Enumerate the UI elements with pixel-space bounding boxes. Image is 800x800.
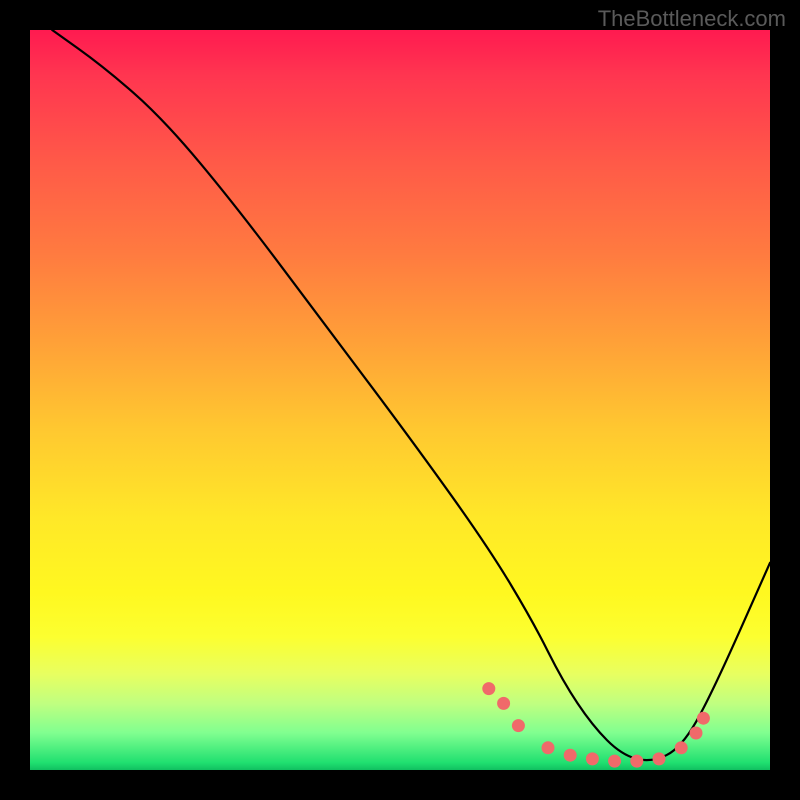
marker-dot <box>697 712 710 725</box>
marker-dot <box>630 755 643 768</box>
marker-group <box>482 682 710 768</box>
chart-svg <box>30 30 770 770</box>
watermark-text: TheBottleneck.com <box>598 6 786 32</box>
marker-dot <box>675 741 688 754</box>
plot-area <box>30 30 770 770</box>
marker-dot <box>497 697 510 710</box>
marker-dot <box>482 682 495 695</box>
marker-dot <box>690 727 703 740</box>
marker-dot <box>586 752 599 765</box>
marker-dot <box>564 749 577 762</box>
bottleneck-curve <box>52 30 770 760</box>
marker-dot <box>608 755 621 768</box>
marker-dot <box>653 752 666 765</box>
marker-dot <box>512 719 525 732</box>
marker-dot <box>542 741 555 754</box>
